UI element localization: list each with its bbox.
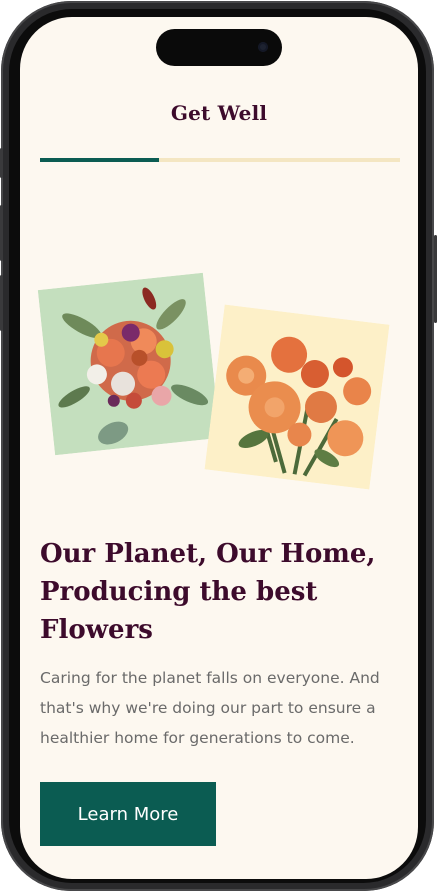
learn-more-button[interactable]: Learn More [40, 782, 216, 846]
page-title: Get Well [170, 101, 268, 125]
phone-screen: Get Well Our Planet, Our Home, Producing… [20, 17, 418, 879]
volume-up-button [0, 205, 3, 261]
roses-illustration [204, 304, 390, 490]
progress-bar [40, 158, 400, 162]
volume-down-button [0, 275, 3, 331]
camera-icon [258, 42, 268, 52]
bouquet-illustration [37, 272, 221, 456]
body-text: Caring for the planet falls on everyone.… [40, 669, 380, 747]
progress-fill [40, 158, 159, 162]
action-button [0, 148, 3, 178]
dynamic-island [156, 29, 282, 66]
mixed-bouquet-photo [37, 272, 221, 456]
orange-roses-photo [204, 304, 390, 490]
headline: Our Planet, Our Home, Producing the best… [40, 539, 376, 645]
